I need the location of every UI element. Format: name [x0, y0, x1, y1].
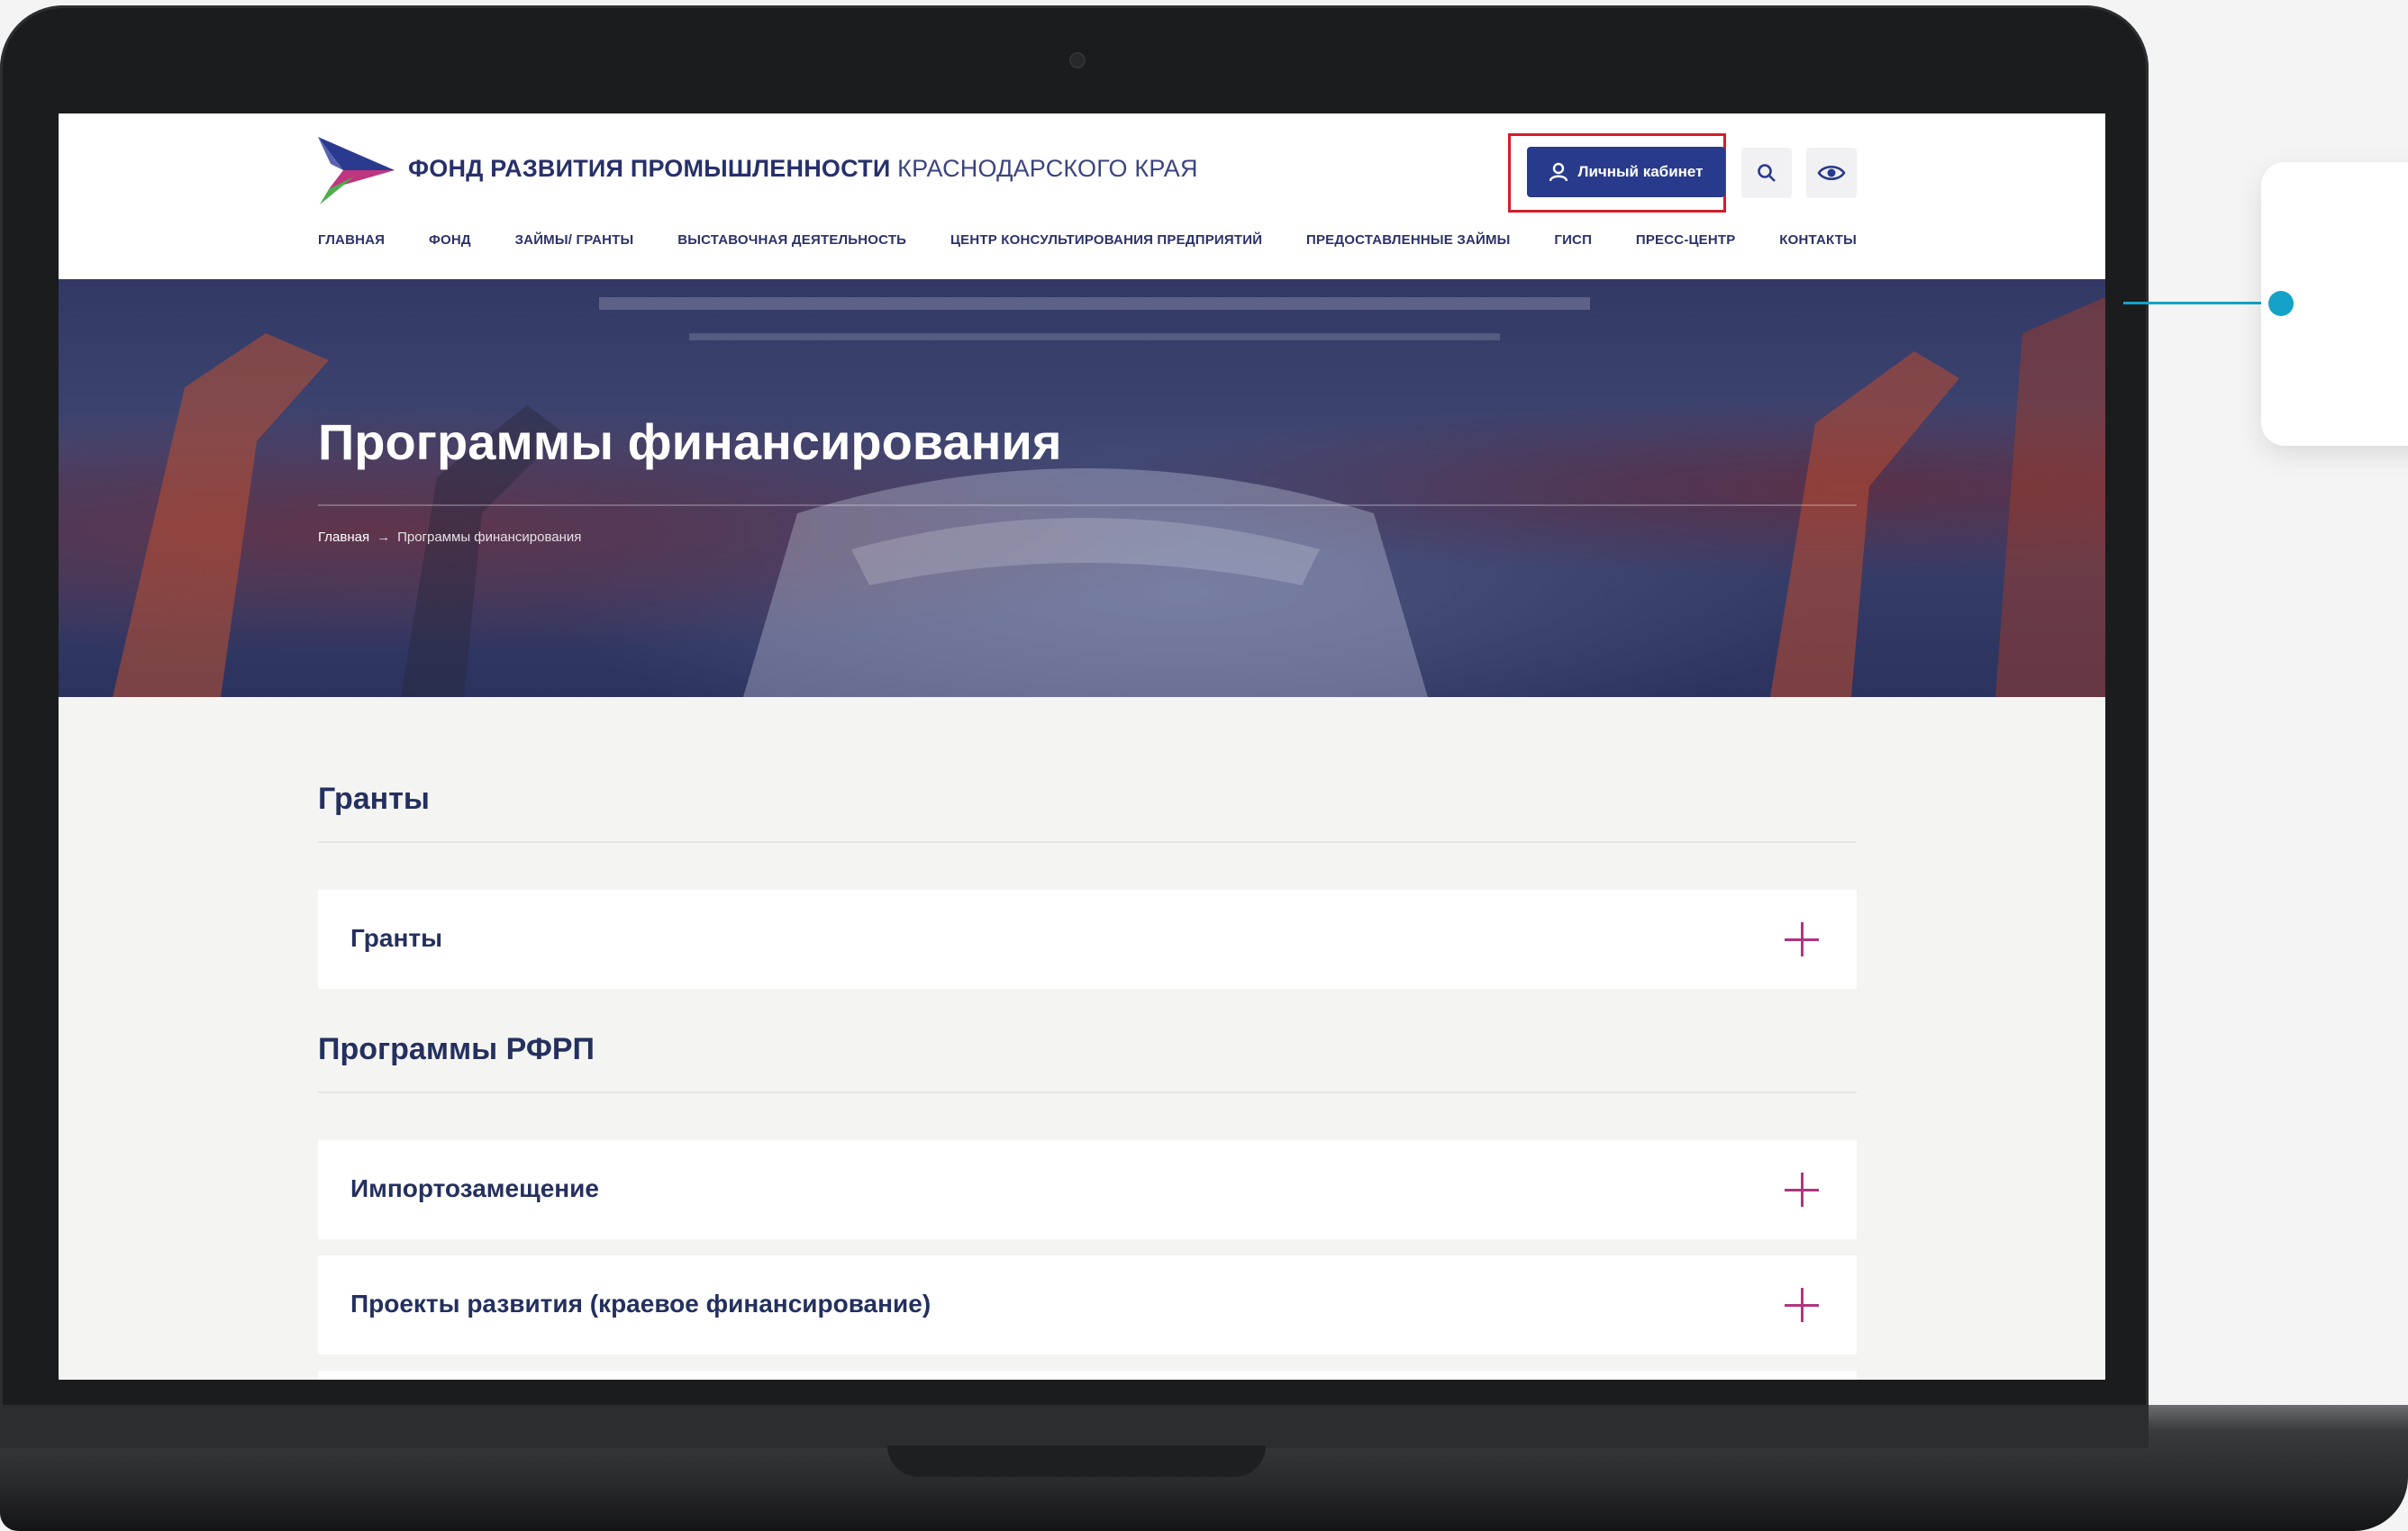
hero-divider [318, 504, 1857, 506]
accordion-label: Проекты развития (краевое финансирование… [350, 1290, 931, 1318]
nav-item-provided-loans[interactable]: ПРЕДОСТАВЛЕННЫЕ ЗАЙМЫ [1306, 232, 1511, 248]
breadcrumb-separator: → [377, 530, 391, 545]
callout-line [2123, 302, 2279, 304]
laptop-notch [887, 1445, 1266, 1477]
camera [1069, 52, 1086, 68]
personal-cabinet-label: Личный кабинет [1577, 163, 1704, 180]
section-divider [318, 841, 1857, 843]
plus-icon[interactable] [1785, 1173, 1819, 1207]
logo-text-bold: ФОНД РАЗВИТИЯ ПРОМЫШЛЕННОСТИ [408, 155, 891, 182]
nav-item-fund[interactable]: ФОНД [429, 232, 471, 248]
page-title: Программы финансирования [318, 413, 1062, 470]
accordion-label: Импортозамещение [350, 1174, 599, 1202]
accordion-item-grants[interactable]: Гранты [318, 890, 1857, 989]
logo-text-light: КРАСНОДАРСКОГО КРАЯ [897, 155, 1198, 182]
section-divider [318, 1092, 1857, 1093]
nav-item-consulting-center[interactable]: ЦЕНТР КОНСУЛЬТИРОВАНИЯ ПРЕДПРИЯТИЙ [950, 232, 1262, 248]
nav-item-exhibitions[interactable]: ВЫСТАВОЧНАЯ ДЕЯТЕЛЬНОСТЬ [677, 232, 906, 248]
accordion-item-import-substitution[interactable]: Импортозамещение [318, 1140, 1857, 1239]
breadcrumb: Главная → Программы финансирования [318, 530, 581, 545]
hero-banner: Программы финансирования Главная → Програм… [59, 279, 2105, 697]
accordion-item-development-projects[interactable]: Проекты развития (краевое финансирование… [318, 1255, 1857, 1354]
nav-item-press-center[interactable]: ПРЕСС-ЦЕНТР [1636, 232, 1736, 248]
laptop-hinge [0, 1405, 2149, 1448]
breadcrumb-home-link[interactable]: Главная [318, 530, 369, 545]
section-title-grants: Гранты [318, 782, 430, 816]
accordion-label: Гранты [350, 924, 443, 952]
personal-cabinet-button[interactable]: Личный кабинет [1527, 147, 1725, 197]
nav-item-loans-grants[interactable]: ЗАЙМЫ/ ГРАНТЫ [515, 232, 634, 248]
main-nav: ГЛАВНАЯ ФОНД ЗАЙМЫ/ ГРАНТЫ ВЫСТАВОЧНАЯ Д… [318, 232, 1857, 248]
nav-item-contacts[interactable]: КОНТАКТЫ [1779, 232, 1857, 248]
nav-item-gisp[interactable]: ГИСП [1554, 232, 1592, 248]
search-button[interactable] [1741, 148, 1792, 198]
plus-icon[interactable] [1785, 922, 1819, 956]
search-icon [1758, 164, 1776, 182]
logo-arrow-icon[interactable] [318, 137, 395, 204]
logo-text[interactable]: ФОНД РАЗВИТИЯ ПРОМЫШЛЕННОСТИ КРАСНОДАРСК… [408, 155, 1198, 183]
accessibility-button[interactable] [1806, 148, 1857, 198]
user-icon [1549, 162, 1567, 182]
plus-icon[interactable] [1785, 1288, 1819, 1322]
accordion-item-partial[interactable] [318, 1371, 1857, 1380]
hero-background-image [113, 297, 2105, 697]
nav-item-home[interactable]: ГЛАВНАЯ [318, 232, 385, 248]
breadcrumb-current: Программы финансирования [397, 530, 582, 545]
browser-screen: ФОНД РАЗВИТИЯ ПРОМЫШЛЕННОСТИ КРАСНОДАРСК… [59, 113, 2105, 1380]
site-header: ФОНД РАЗВИТИЯ ПРОМЫШЛЕННОСТИ КРАСНОДАРСК… [59, 113, 2105, 279]
eye-icon [1817, 165, 1846, 181]
section-title-rfrp: Программы РФРП [318, 1032, 595, 1066]
callout-dot [2268, 291, 2294, 316]
